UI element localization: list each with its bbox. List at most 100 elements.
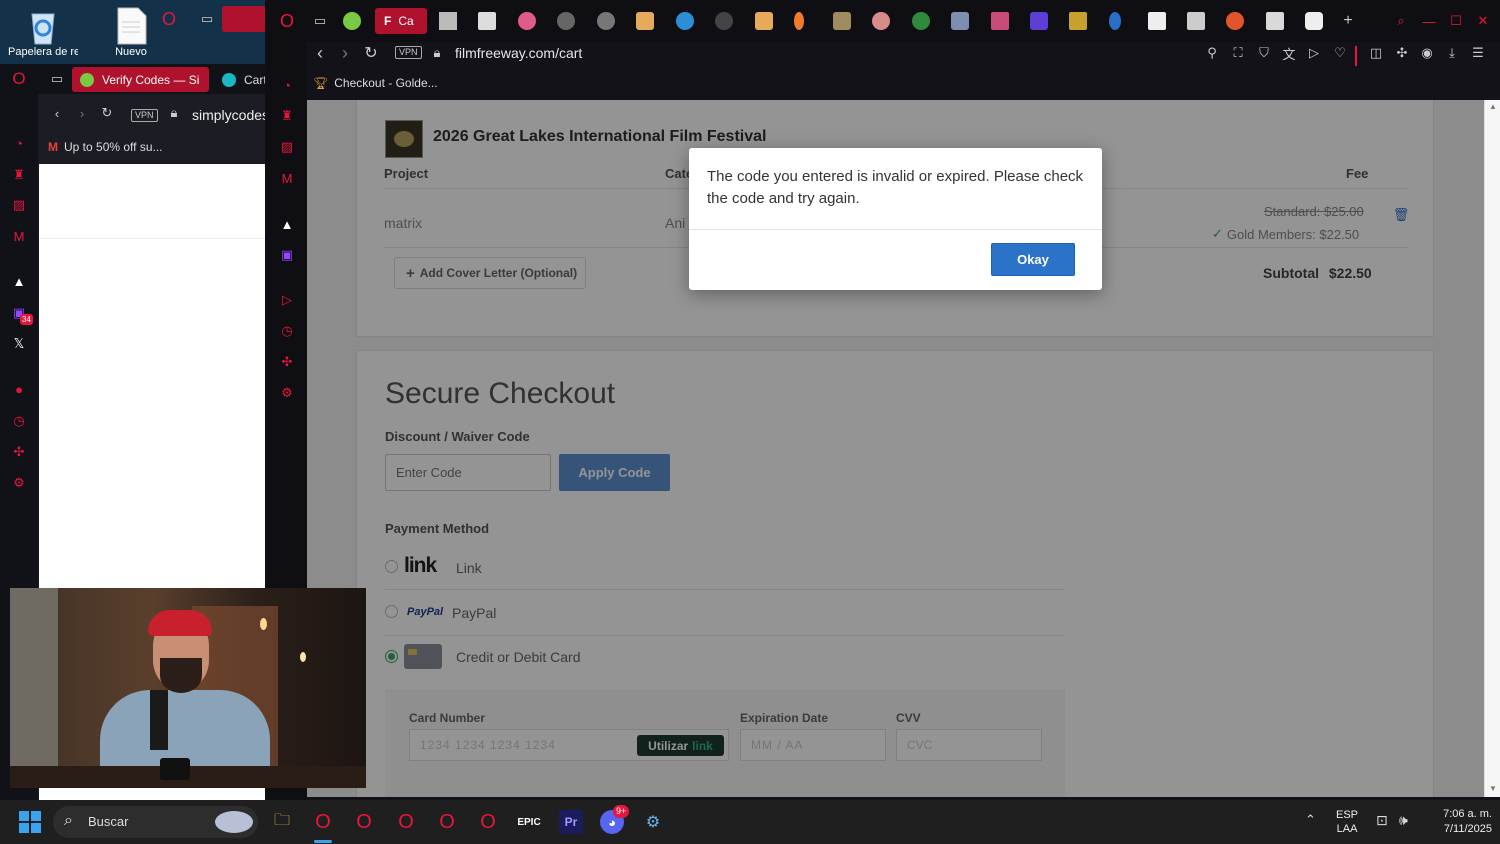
aria-icon[interactable]: ♜	[10, 166, 28, 184]
tab-c-site[interactable]	[794, 12, 804, 30]
reload-icon[interactable]: ↻	[362, 44, 380, 62]
tab-blue-site[interactable]	[676, 12, 694, 30]
opera-menu-icon[interactable]: O	[278, 11, 296, 31]
back-url-text[interactable]: simplycodes	[192, 107, 269, 123]
x-twitter-icon[interactable]: 𝕏	[10, 335, 28, 353]
arc-app-icon[interactable]: ▲	[10, 272, 28, 290]
new-file-shortcut[interactable]: Nuevo	[96, 6, 166, 58]
extensions-icon[interactable]: ✣	[10, 443, 28, 461]
heart-icon[interactable]: ♡	[1331, 44, 1349, 62]
settings-gear-icon[interactable]: ⚙	[10, 474, 28, 492]
okay-button[interactable]: Okay	[991, 243, 1075, 276]
tab-r-site[interactable]	[1148, 12, 1166, 30]
send-icon[interactable]: ▷	[1305, 44, 1323, 62]
forward-arrow-icon[interactable]: ›	[73, 104, 91, 122]
close-icon[interactable]: ✕	[1474, 12, 1492, 30]
tab-drop-site[interactable]	[1109, 12, 1121, 30]
language-indicator[interactable]: ESP LAA	[1336, 808, 1358, 836]
vpn-badge[interactable]: VPN	[395, 46, 422, 59]
epic-games-icon[interactable]: EPIC	[517, 810, 541, 834]
taskbar-search[interactable]: ⌕ Buscar	[53, 806, 258, 838]
file-explorer-icon[interactable]: 🗀︎	[270, 810, 294, 834]
network-icon[interactable]: ⊡	[1376, 812, 1388, 829]
tab-shield-site[interactable]	[833, 12, 851, 30]
settings-gear-icon[interactable]: ⚙	[278, 384, 296, 402]
music-player-icon[interactable]: ●	[10, 380, 28, 398]
opera-taskbar-icon-1[interactable]: O	[311, 810, 335, 834]
tab-red-round-site[interactable]	[1226, 12, 1244, 30]
twitch-icon[interactable]: ▣	[278, 246, 296, 264]
minimize-icon[interactable]: —	[1420, 12, 1438, 30]
tab-green-site[interactable]	[912, 12, 930, 30]
tab-white-site[interactable]	[1305, 12, 1323, 30]
back-arrow-icon[interactable]: ‹	[48, 104, 66, 122]
ad-blocker-icon[interactable]: ⛉	[1255, 44, 1273, 62]
tab-orange-site-1[interactable]	[636, 12, 654, 30]
steam-icon[interactable]: ⚙	[641, 810, 665, 834]
tab-letter-site[interactable]	[715, 12, 733, 30]
opera-menu-icon[interactable]: O	[10, 69, 28, 88]
maximize-icon[interactable]: ☐	[1447, 12, 1465, 30]
forward-arrow-icon[interactable]: ›	[336, 43, 354, 63]
new-tab-plus-icon[interactable]: +	[1339, 12, 1357, 30]
speed-dial-icon[interactable]: ◔	[10, 134, 28, 152]
back-window-tab-stub[interactable]	[222, 6, 266, 32]
tab-island-icon[interactable]: ▭	[311, 12, 329, 30]
reload-icon[interactable]: ↻	[98, 104, 116, 122]
tab-verify-codes[interactable]: Verify Codes — Si	[72, 67, 209, 92]
workspaces-icon[interactable]: ▨	[278, 138, 296, 156]
tab-slate-site[interactable]	[951, 12, 969, 30]
tab-simplycodes[interactable]	[343, 12, 361, 30]
search-icon[interactable]: ⌕	[1392, 12, 1410, 30]
tab-island-icon[interactable]: ▭	[48, 70, 66, 88]
volume-icon[interactable]: 🕪︎	[1399, 812, 1408, 829]
extension-icon[interactable]: ◫	[1367, 44, 1385, 62]
mail-icon[interactable]: M	[278, 169, 296, 187]
music-player-icon[interactable]: ▷	[278, 291, 296, 309]
opera-taskbar-icon-4[interactable]: O	[435, 810, 459, 834]
download-icon[interactable]: ⤓	[1443, 44, 1461, 62]
history-icon[interactable]: ◷	[278, 322, 296, 340]
tab-filmfreeway-active[interactable]: F Ca	[375, 8, 427, 34]
speed-dial-icon[interactable]: ◔	[278, 76, 296, 94]
clock[interactable]: 7:06 a. m. 7/11/2025	[1422, 807, 1492, 837]
opera-taskbar-icon-2[interactable]: O	[352, 810, 376, 834]
workspaces-icon[interactable]: ▨	[10, 196, 28, 214]
windows-start-icon[interactable]	[19, 811, 41, 833]
history-icon[interactable]: ◷	[10, 412, 28, 430]
show-hidden-icons-chevron-icon[interactable]: ⌃	[1305, 812, 1316, 828]
mail-icon[interactable]: M	[10, 227, 28, 245]
aria-icon[interactable]: ♜	[278, 107, 296, 125]
extensions-icon[interactable]: ✣	[278, 353, 296, 371]
tab-ball-site[interactable]	[872, 12, 890, 30]
tab-round-site-2[interactable]	[597, 12, 615, 30]
snapshot-icon[interactable]: ⛶	[1229, 44, 1247, 62]
opera-taskbar-icon-3[interactable]: O	[394, 810, 418, 834]
url-text[interactable]: filmfreeway.com/cart	[455, 45, 582, 61]
tab-round-site-1[interactable]	[557, 12, 575, 30]
recycle-bin-shortcut[interactable]: Papelera de reciclaje	[8, 6, 78, 58]
bookmark-checkout[interactable]: 🏆︎ Checkout - Golde...	[313, 76, 438, 90]
tab-gold-site[interactable]	[1069, 12, 1087, 30]
scroll-down-icon[interactable]: ▼	[1489, 784, 1497, 793]
tab-orange-site-2[interactable]	[755, 12, 773, 30]
scroll-up-icon[interactable]: ▲	[1489, 102, 1497, 111]
pin-icon[interactable]: ⚲	[1203, 44, 1221, 62]
tab-pdf-site[interactable]	[1266, 12, 1284, 30]
tab-arc[interactable]	[439, 12, 457, 30]
arc-app-icon[interactable]: ▲	[278, 215, 296, 233]
tab-diamond-site[interactable]	[991, 12, 1009, 30]
back-arrow-icon[interactable]: ‹	[311, 43, 329, 63]
profile-icon[interactable]: ◉	[1418, 44, 1436, 62]
opera-icon[interactable]: O	[160, 9, 178, 29]
bookmark-gmail[interactable]: M Up to 50% off su...	[48, 140, 163, 154]
tab-document[interactable]	[478, 12, 496, 30]
easy-setup-menu-icon[interactable]: ☰	[1469, 44, 1487, 62]
tab-grid-site[interactable]	[1187, 12, 1205, 30]
opera-taskbar-icon-5[interactable]: O	[476, 810, 500, 834]
translate-icon[interactable]: 文	[1280, 44, 1298, 62]
page-scrollbar[interactable]: ▲ ▼	[1484, 100, 1500, 797]
puzzle-extensions-icon[interactable]: ✣	[1393, 44, 1411, 62]
tab-island-icon[interactable]: ▭	[198, 10, 216, 28]
tab-dribbble[interactable]	[518, 12, 536, 30]
